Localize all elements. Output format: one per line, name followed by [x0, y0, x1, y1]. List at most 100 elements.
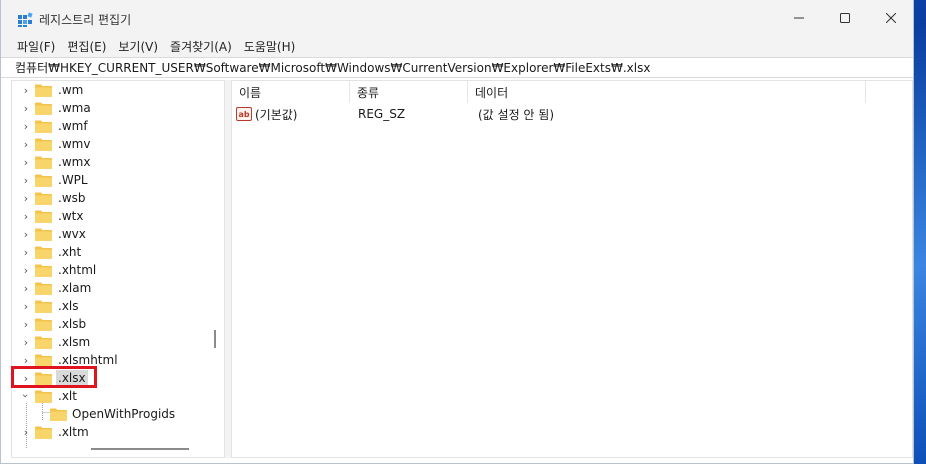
- menu-file[interactable]: 파일(F): [11, 38, 61, 55]
- tree-item[interactable]: › .xlsm: [12, 333, 212, 351]
- tree-item-label: .xltm: [58, 425, 89, 439]
- close-icon: [886, 13, 896, 23]
- maximize-button[interactable]: [822, 0, 868, 36]
- tree-item-label: .WPL: [58, 173, 88, 187]
- value-row-type[interactable]: REG_SZ: [358, 105, 468, 123]
- tree-item[interactable]: › .xlsb: [12, 315, 212, 333]
- chevron-right-icon[interactable]: ›: [21, 225, 31, 243]
- folder-icon: [35, 282, 52, 295]
- folder-icon: [35, 318, 52, 331]
- column-header-label: 이름: [239, 85, 262, 100]
- folder-icon: [35, 390, 52, 403]
- value-type: REG_SZ: [358, 107, 406, 121]
- tree-item-label: .xlsm: [58, 335, 91, 349]
- folder-icon: [35, 174, 52, 187]
- tree-item[interactable]: › .xht: [12, 243, 212, 261]
- menu-bar: 파일(F) 편집(E) 보기(V) 즐겨찾기(A) 도움말(H): [1, 36, 913, 57]
- tree-item[interactable]: › .xlsmhtml: [12, 351, 212, 369]
- chevron-right-icon[interactable]: ›: [21, 189, 31, 207]
- value-name: (기본값): [255, 107, 298, 122]
- folder-icon: [35, 210, 52, 223]
- address-path[interactable]: 컴퓨터₩HKEY_CURRENT_USER₩Software₩Microsoft…: [15, 59, 650, 76]
- tree-item[interactable]: › .xhtml: [12, 261, 212, 279]
- folder-icon: [35, 138, 52, 151]
- tree-item-label: .xlt: [58, 389, 77, 403]
- tree-item[interactable]: › .wma: [12, 99, 212, 117]
- folder-icon: [35, 336, 52, 349]
- chevron-right-icon[interactable]: ›: [21, 297, 31, 315]
- chevron-right-icon[interactable]: ›: [21, 351, 31, 369]
- chevron-right-icon[interactable]: ›: [21, 135, 31, 153]
- close-button[interactable]: [868, 0, 914, 36]
- folder-icon: [35, 192, 52, 205]
- chevron-right-icon[interactable]: ›: [21, 243, 31, 261]
- tree-item-label: .wtx: [58, 209, 84, 223]
- address-bar[interactable]: 컴퓨터₩HKEY_CURRENT_USER₩Software₩Microsoft…: [1, 57, 913, 78]
- registry-editor-window: 레지스트리 편집기 파일(F) 편집(E) 보기(V) 즐겨찾기(A) 도움말(…: [0, 0, 914, 464]
- tree-item[interactable]: › .xls: [12, 297, 212, 315]
- menu-favorites[interactable]: 즐겨찾기(A): [164, 38, 238, 55]
- tree-horizontal-scrollbar[interactable]: [91, 448, 189, 450]
- chevron-right-icon[interactable]: ›: [21, 279, 31, 297]
- menu-help[interactable]: 도움말(H): [238, 38, 302, 55]
- tree-item[interactable]: › .xlam: [12, 279, 212, 297]
- string-value-icon: ab: [236, 107, 252, 121]
- menu-view[interactable]: 보기(V): [112, 38, 164, 55]
- folder-icon: [35, 228, 52, 241]
- tree-item[interactable]: › .xlt: [12, 387, 212, 405]
- folder-icon: [35, 120, 52, 133]
- tree-item-label: .wma: [58, 101, 91, 115]
- folder-icon: [35, 300, 52, 313]
- tree-item-label: .xlsb: [58, 317, 87, 331]
- tree-item-label: OpenWithProgids: [72, 407, 176, 421]
- folder-icon: [35, 354, 52, 367]
- tree-item-label: .xlsx: [56, 370, 88, 386]
- tree-item[interactable]: › .wm: [12, 81, 212, 99]
- tree-item[interactable]: › .WPL: [12, 171, 212, 189]
- chevron-right-icon[interactable]: ›: [21, 333, 31, 351]
- tree-item-label: .xlsmhtml: [58, 353, 118, 367]
- column-header-data[interactable]: 데이터: [468, 81, 866, 103]
- tree-item-label: .wmf: [58, 119, 88, 133]
- tree-item[interactable]: › .xltm: [12, 423, 212, 441]
- minimize-button[interactable]: [776, 0, 822, 36]
- chevron-right-icon[interactable]: ›: [21, 261, 31, 279]
- value-row-data[interactable]: (값 설정 안 됨): [478, 105, 778, 123]
- chevron-right-icon[interactable]: ›: [21, 369, 31, 387]
- folder-icon: [35, 264, 52, 277]
- tree-item-label: .xlam: [58, 281, 92, 295]
- tree-item[interactable]: › .wmv: [12, 135, 212, 153]
- chevron-right-icon[interactable]: ›: [21, 423, 31, 441]
- registry-app-icon: [18, 12, 33, 27]
- chevron-right-icon[interactable]: ›: [21, 81, 31, 99]
- column-header-type[interactable]: 종류: [350, 81, 468, 103]
- chevron-right-icon[interactable]: ›: [21, 315, 31, 333]
- tree-item-selected[interactable]: › .xlsx: [12, 369, 212, 387]
- tree-item[interactable]: › .wtx: [12, 207, 212, 225]
- chevron-right-icon[interactable]: ›: [21, 99, 31, 117]
- column-header-name[interactable]: 이름: [232, 81, 350, 103]
- folder-icon: [35, 246, 52, 259]
- tree-item[interactable]: › .wmf: [12, 117, 212, 135]
- value-data: (값 설정 안 됨): [478, 107, 555, 122]
- column-header-label: 종류: [357, 85, 380, 100]
- menu-edit[interactable]: 편집(E): [61, 38, 112, 55]
- tree-item-label: .wvx: [58, 227, 86, 241]
- chevron-right-icon[interactable]: ›: [21, 207, 31, 225]
- chevron-right-icon[interactable]: ›: [21, 117, 31, 135]
- tree-item[interactable]: › .wsb: [12, 189, 212, 207]
- title-bar[interactable]: 레지스트리 편집기: [1, 0, 913, 36]
- value-row-name[interactable]: ab (기본값): [236, 105, 350, 123]
- tree-item[interactable]: › .wvx: [12, 225, 212, 243]
- chevron-right-icon[interactable]: ›: [21, 171, 31, 189]
- tree-item-child[interactable]: OpenWithProgids: [12, 405, 212, 423]
- chevron-down-icon[interactable]: ›: [17, 391, 35, 401]
- folder-icon: [35, 426, 52, 439]
- value-list-pane[interactable]: 이름 종류 데이터 ab (기본값) REG_SZ (값 설정 안 됨): [231, 80, 913, 458]
- chevron-right-icon[interactable]: ›: [21, 153, 31, 171]
- maximize-icon: [840, 13, 850, 23]
- folder-icon: [50, 408, 67, 421]
- tree-vertical-scrollbar[interactable]: [214, 330, 216, 348]
- key-tree-pane[interactable]: › .wm › .wma › .wmf › .wmv › .wmx › .WPL: [11, 80, 225, 458]
- tree-item[interactable]: › .wmx: [12, 153, 212, 171]
